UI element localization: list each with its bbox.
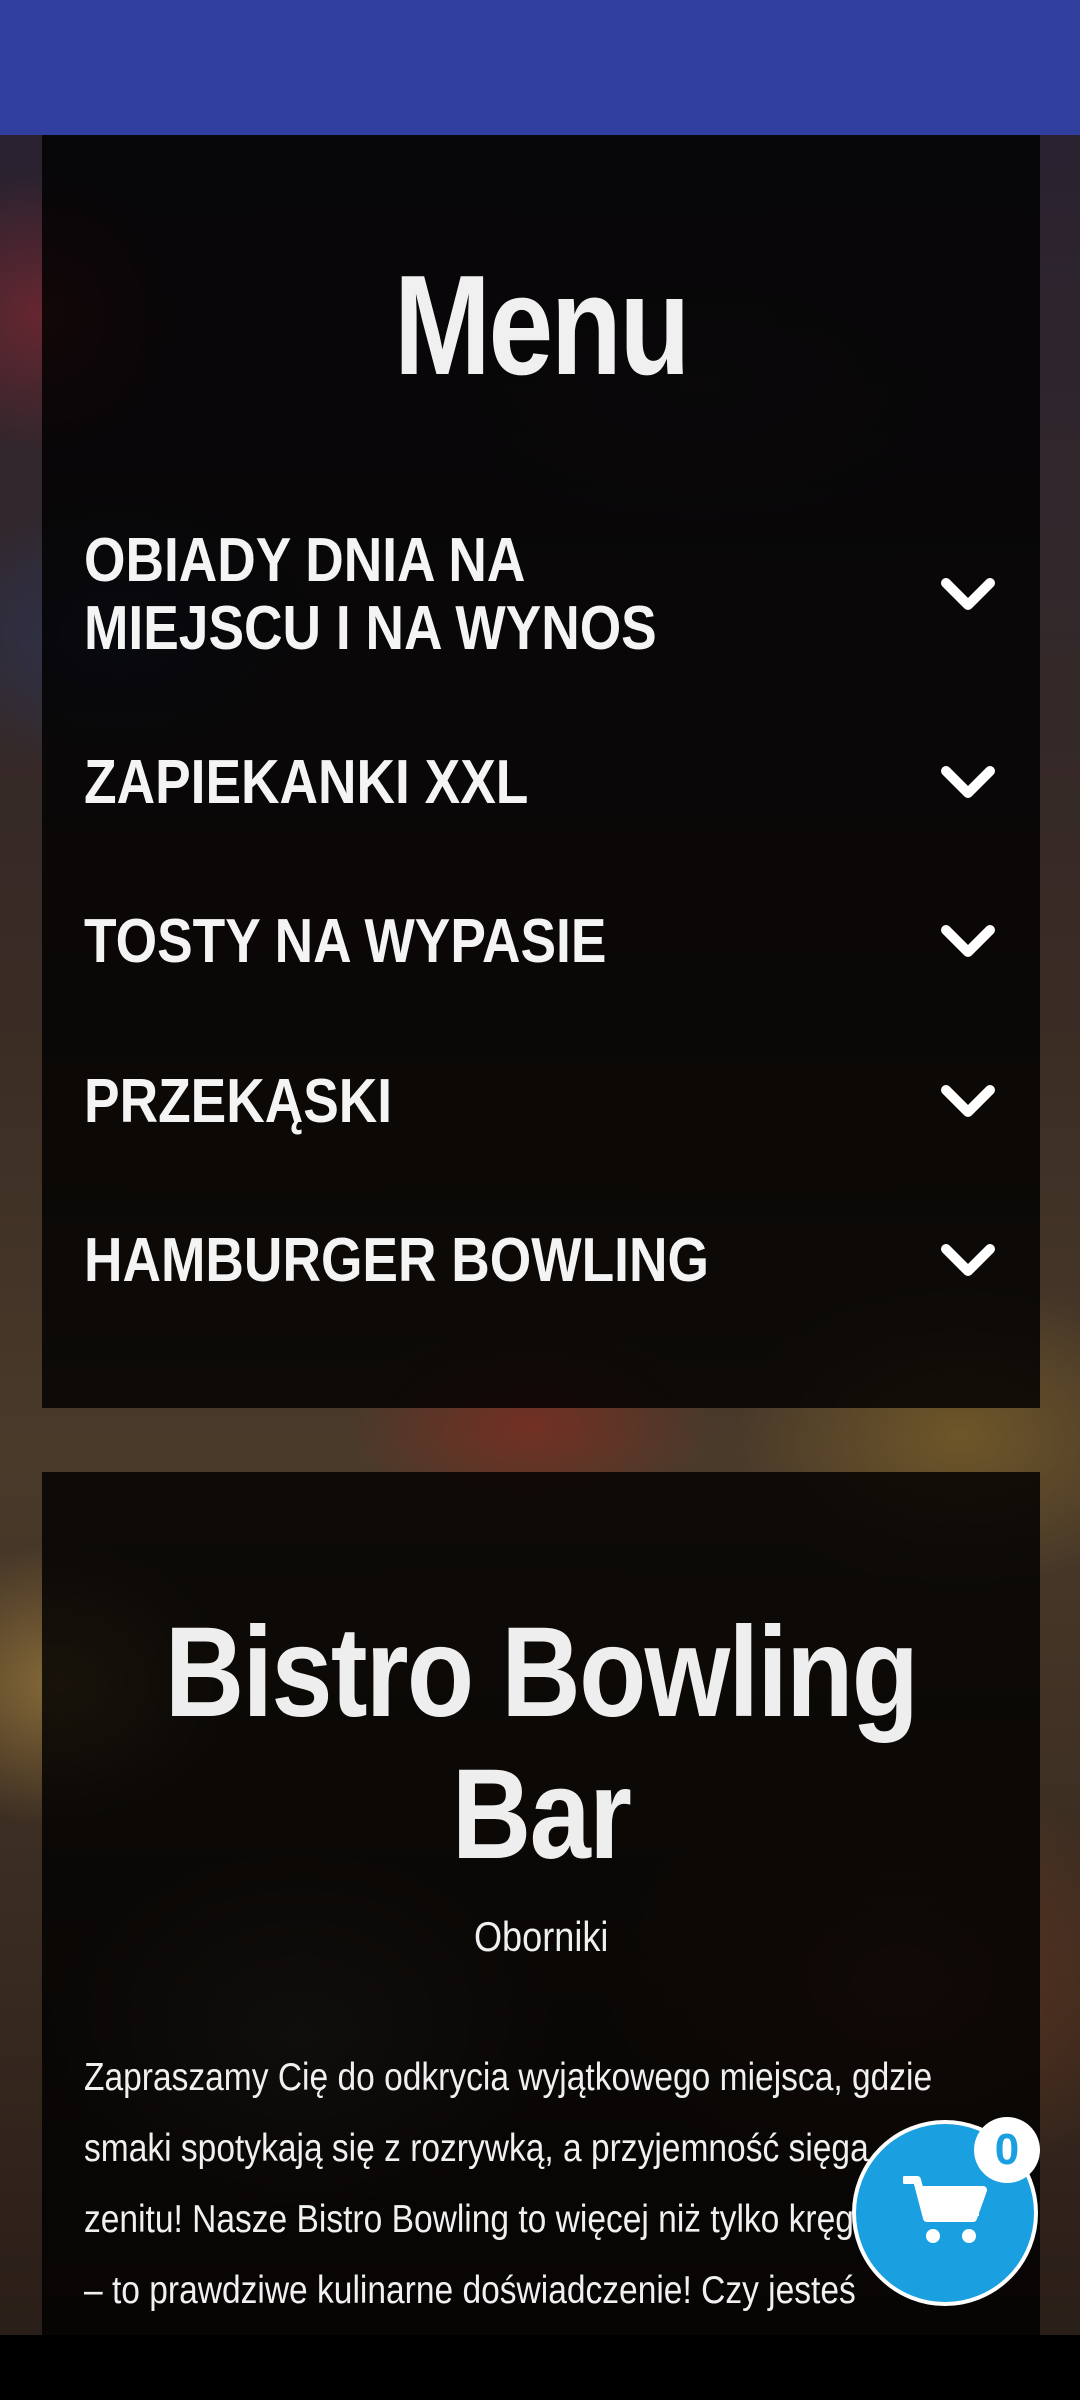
menu-panel: Menu OBIADY DNIA NA MIEJSCU I NA WYNOS Z… — [42, 135, 1040, 1408]
category-tosty[interactable]: TOSTY NA WYPASIE — [84, 907, 998, 977]
category-przekaski[interactable]: PRZEKĄSKI — [84, 1067, 998, 1137]
chevron-down-icon — [938, 753, 998, 813]
restaurant-description: Zapraszamy Cię do odkrycia wyjątkowego m… — [84, 2056, 933, 2312]
bottom-navigation-bar — [0, 2335, 1080, 2400]
category-label: TOSTY NA WYPASIE — [84, 907, 607, 976]
category-label: OBIADY DNIA NA MIEJSCU I NA WYNOS — [84, 526, 657, 663]
category-label: ZAPIEKANKI XXL — [84, 748, 529, 817]
chevron-down-icon — [938, 1231, 998, 1291]
category-label: HAMBURGER BOWLING — [84, 1226, 709, 1295]
chevron-down-icon — [938, 912, 998, 972]
category-zapiekanki[interactable]: ZAPIEKANKI XXL — [84, 748, 998, 818]
cart-count-badge: 0 — [974, 2117, 1040, 2183]
cart-icon — [901, 2174, 987, 2253]
category-label: PRZEKĄSKI — [84, 1067, 393, 1136]
top-app-bar — [0, 0, 1080, 135]
category-hamburger[interactable]: HAMBURGER BOWLING — [84, 1226, 998, 1296]
chevron-down-icon — [938, 565, 998, 625]
restaurant-name: Bistro Bowling Bar — [164, 1601, 919, 1886]
menu-title: Menu — [393, 246, 691, 405]
chevron-down-icon — [938, 1072, 998, 1132]
restaurant-city: Oborniki — [473, 1913, 609, 1960]
category-obiady-dnia[interactable]: OBIADY DNIA NA MIEJSCU I NA WYNOS — [84, 525, 998, 665]
